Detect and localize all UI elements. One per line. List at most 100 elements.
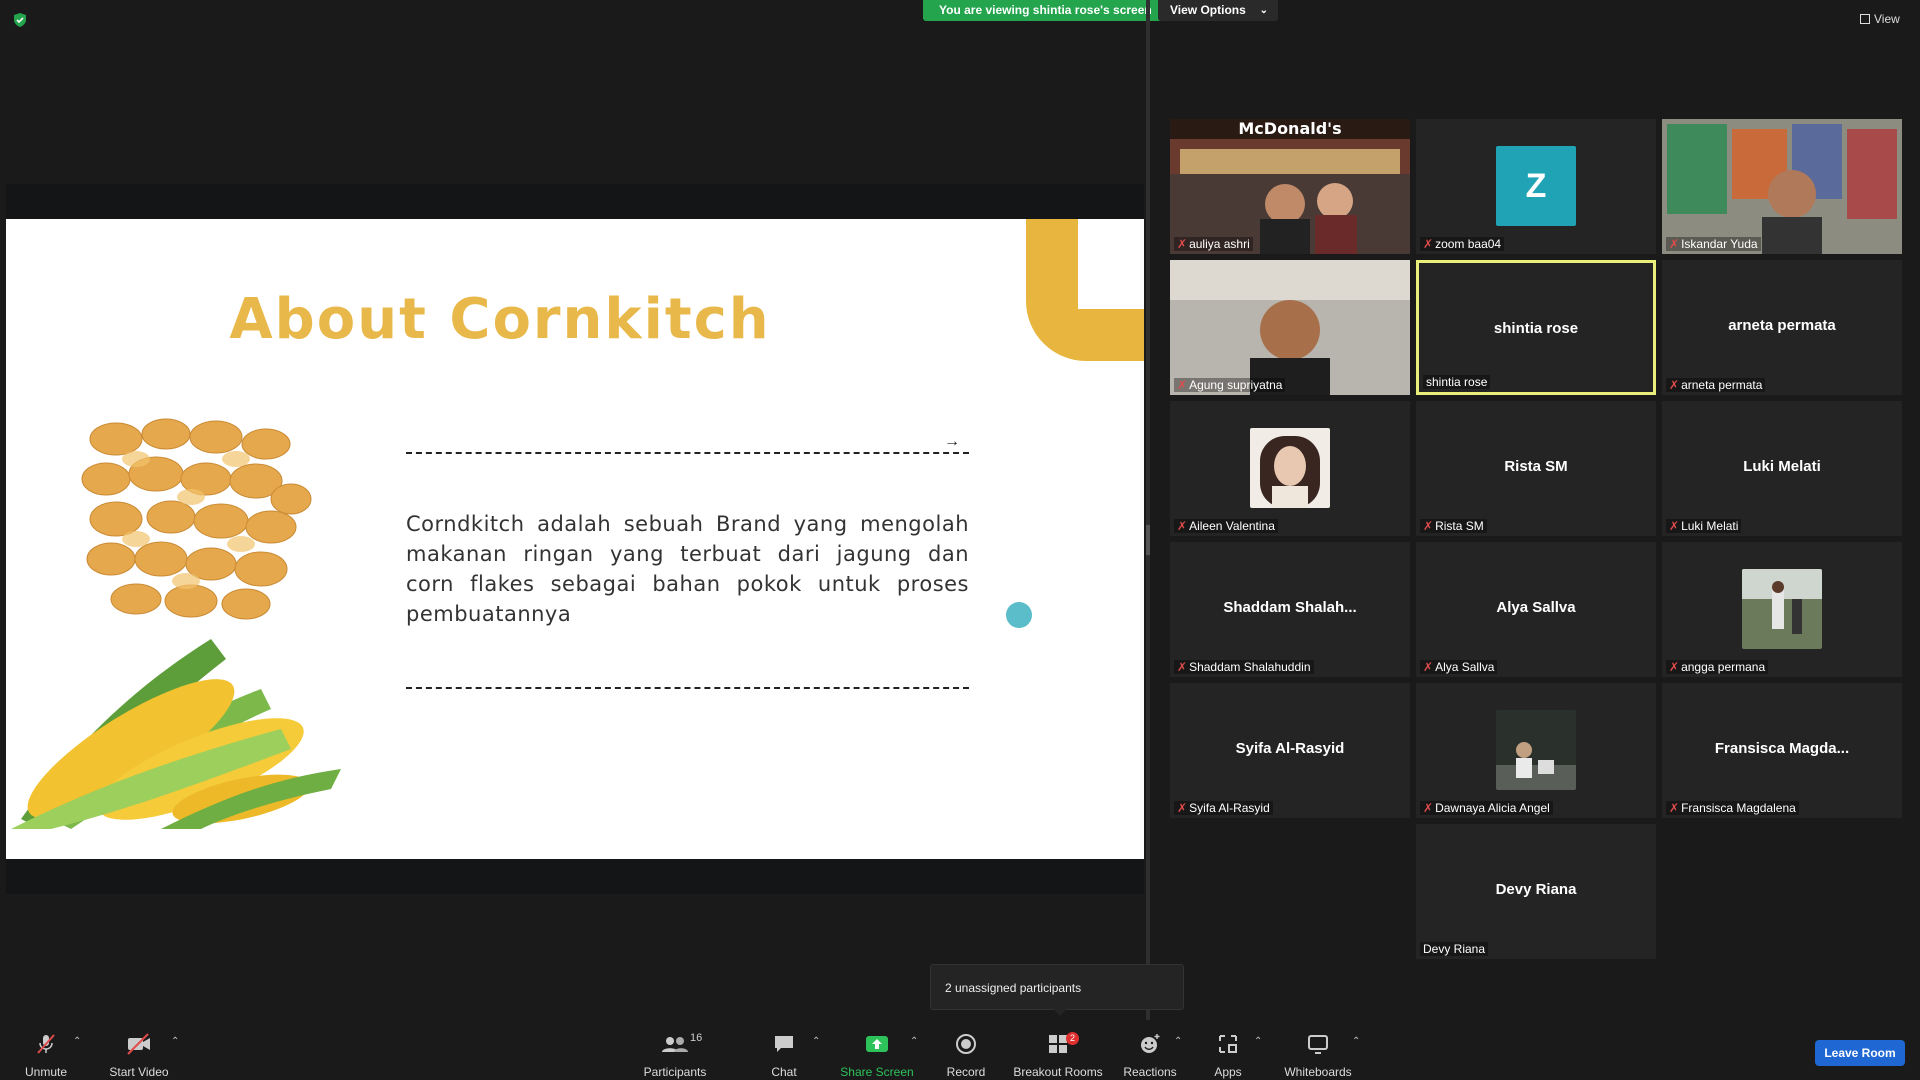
dashed-divider-bottom [406,687,969,689]
unassigned-participants-tooltip[interactable]: 2 unassigned participants [930,964,1184,1016]
participant-tile[interactable]: ✗ Agung supriyatna [1170,260,1410,395]
breakout-rooms-label: Breakout Rooms [1013,1065,1103,1079]
share-screen-label: Share Screen [840,1065,914,1079]
muted-mic-icon [37,1034,55,1054]
reactions-icon [1141,1034,1160,1053]
muted-mic-icon: ✗ [1177,660,1188,674]
svg-text:McDonald's: McDonald's [1238,119,1341,138]
muted-mic-icon: ✗ [1669,801,1680,815]
split-divider[interactable] [1146,0,1150,1020]
corn-image [11,639,341,829]
participant-display-name: Shaddam Shalah... [1223,599,1357,616]
participant-display-name: Alya Sallva [1496,599,1576,616]
chat-icon [775,1036,793,1052]
participant-name-label: ✗ Luki Melati [1666,519,1742,533]
share-screen-button[interactable]: Share Screen [838,1032,916,1079]
chevron-up-icon[interactable]: ⌃ [73,1036,81,1047]
profile-photo [1742,569,1822,649]
chevron-up-icon[interactable]: ⌃ [910,1036,918,1047]
avatar: Z [1496,146,1576,226]
corn-flakes-image [81,418,312,620]
participant-tile[interactable]: Syifa Al-Rasyid ✗ Syifa Al-Rasyid [1170,683,1410,818]
participant-name-label: Devy Riana [1420,942,1489,956]
participant-display-name: Devy Riana [1495,881,1577,898]
leave-room-button[interactable]: Leave Room [1815,1040,1905,1066]
reactions-button[interactable]: Reactions [1122,1032,1178,1079]
whiteboard-icon [1308,1035,1328,1054]
unmute-label: Unmute [24,1065,68,1079]
record-label: Record [946,1065,986,1079]
participant-name-label: ✗ Dawnaya Alicia Angel [1420,801,1553,815]
presentation-slide: About Cornkitch → Corndkitch adalah sebu… [6,219,1144,859]
participant-tile[interactable]: Shaddam Shalah... ✗ Shaddam Shalahuddin [1170,542,1410,677]
participant-tile[interactable]: Luki Melati ✗ Luki Melati [1662,401,1902,536]
view-label: View [1874,12,1900,26]
participant-name-label: shintia rose [1423,375,1491,389]
participant-display-name: Syifa Al-Rasyid [1235,740,1345,757]
start-video-button[interactable]: Start Video [104,1032,174,1079]
participant-display-name: Fransisca Magda... [1714,740,1850,757]
participant-name-label: ✗ Aileen Valentina [1174,519,1278,533]
profile-photo [1250,428,1330,508]
participant-tile[interactable]: Fransisca Magda... ✗ Fransisca Magdalena [1662,683,1902,818]
participants-button[interactable]: 16 Participants [640,1032,710,1079]
participant-name-label: ✗ Rista SM [1420,519,1487,533]
chat-label: Chat [771,1065,797,1079]
participant-tile[interactable]: ✗ angga permana [1662,542,1902,677]
participant-name-label: ✗ Agung supriyatna [1174,378,1286,392]
share-screen-icon [866,1036,888,1052]
teal-dot-decoration [1006,602,1032,628]
participants-label: Participants [643,1065,707,1079]
participant-display-name: shintia rose [1493,320,1579,337]
whiteboards-button[interactable]: Whiteboards [1282,1032,1354,1079]
participant-tile-active-speaker[interactable]: shintia rose shintia rose [1416,260,1656,395]
participant-tile[interactable]: Devy Riana Devy Riana [1416,824,1656,959]
apps-button[interactable]: Apps [1206,1032,1250,1079]
chevron-up-icon[interactable]: ⌃ [812,1036,820,1047]
unmute-button[interactable]: Unmute [18,1032,74,1079]
participant-tile[interactable]: ✗ Dawnaya Alicia Angel [1416,683,1656,818]
record-icon [956,1034,976,1054]
muted-mic-icon: ✗ [1669,237,1680,251]
chevron-up-icon[interactable]: ⌃ [171,1036,179,1047]
viewing-banner: You are viewing shintia rose's screen [923,0,1168,21]
muted-mic-icon: ✗ [1423,660,1434,674]
divider-handle[interactable] [1146,525,1150,555]
chevron-up-icon[interactable]: ⌃ [1352,1036,1360,1047]
reactions-label: Reactions [1123,1065,1177,1079]
participant-display-name: Luki Melati [1743,458,1821,475]
breakout-rooms-button[interactable]: 2 Breakout Rooms [1012,1032,1104,1079]
participant-tile[interactable]: ✗ Iskandar Yuda [1662,119,1902,254]
slide-body-text: Corndkitch adalah sebuah Brand yang meng… [406,512,969,626]
participant-display-name: Rista SM [1504,458,1568,475]
participant-tile[interactable]: Rista SM ✗ Rista SM [1416,401,1656,536]
video-feed [1662,119,1902,254]
video-feed: McDonald's [1170,119,1410,254]
participant-name-label: ✗ angga permana [1666,660,1769,674]
muted-mic-icon: ✗ [1177,237,1188,251]
muted-mic-icon: ✗ [1669,519,1680,533]
top-bar: You are viewing shintia rose's screen Vi… [0,0,1920,30]
participant-tile[interactable]: Z ✗ zoom baa04 [1416,119,1656,254]
participant-tile[interactable]: McDonald's ✗ auliya ashri [1170,119,1410,254]
grid-view-icon [1860,14,1870,24]
muted-mic-icon: ✗ [1423,237,1434,251]
muted-mic-icon: ✗ [1177,519,1188,533]
breakout-badge: 2 [1066,1032,1080,1045]
video-feed [1170,260,1410,395]
chevron-up-icon[interactable]: ⌃ [1174,1036,1182,1047]
participant-tile[interactable]: Alya Sallva ✗ Alya Sallva [1416,542,1656,677]
view-options-button[interactable]: View Options ⌄ [1158,0,1278,21]
meeting-toolbar: Unmute ⌃ Start Video ⌃ 16 Participants C… [0,1022,1920,1080]
chat-button[interactable]: Chat [762,1032,806,1079]
view-button[interactable]: View [1860,12,1900,26]
profile-photo [1496,710,1576,790]
participant-tile[interactable]: arneta permata ✗ arneta permata [1662,260,1902,395]
participant-name-label: ✗ arneta permata [1666,378,1766,392]
participant-name-label: ✗ Syifa Al-Rasyid [1174,801,1273,815]
dashed-divider-top [406,452,969,454]
record-button[interactable]: Record [942,1032,990,1079]
chevron-up-icon[interactable]: ⌃ [1254,1036,1262,1047]
shield-icon[interactable] [12,12,28,28]
participant-tile[interactable]: ✗ Aileen Valentina [1170,401,1410,536]
